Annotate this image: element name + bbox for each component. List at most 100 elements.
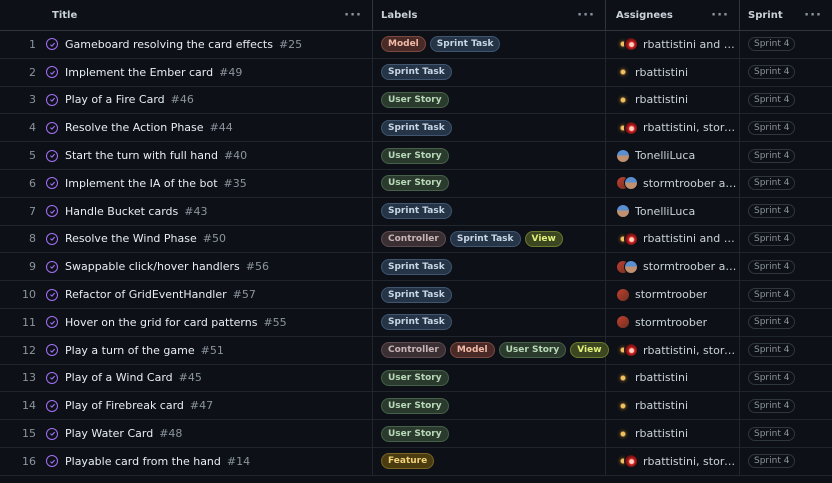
issue-title-link[interactable]: Implement the IA of the bot (65, 177, 218, 190)
table-row[interactable]: 6 Implement the IA of the bot #35 User S… (0, 169, 832, 198)
sprint-cell[interactable]: Sprint 4 (740, 253, 832, 280)
sprint-cell[interactable]: Sprint 4 (740, 198, 832, 225)
table-row[interactable]: 1 Gameboard resolving the card effects #… (0, 31, 832, 59)
sprint-column-menu-icon[interactable]: ··· (804, 8, 822, 23)
title-cell[interactable]: Play of a Wind Card #45 (44, 364, 373, 392)
issue-title-link[interactable]: Play of a Wind Card (65, 371, 173, 384)
label-chip[interactable]: Sprint Task (381, 119, 452, 136)
sprint-cell[interactable]: Sprint 4 (740, 142, 832, 169)
labels-cell[interactable]: Controller Sprint Task View (373, 225, 606, 253)
sprint-cell[interactable]: Sprint 4 (740, 365, 832, 392)
issue-title-link[interactable]: Play Water Card (65, 427, 153, 440)
issue-title-link[interactable]: Start the turn with full hand (65, 149, 218, 162)
assignees-cell[interactable]: stormtroober (606, 281, 740, 308)
title-cell[interactable]: Play of a Fire Card #46 (44, 86, 373, 114)
table-row[interactable]: 9 Swappable click/hover handlers #56 Spr… (0, 253, 832, 282)
issue-title-link[interactable]: Implement the Ember card (65, 66, 213, 79)
table-row[interactable]: 8 Resolve the Wind Phase #50 Controller S… (0, 225, 832, 254)
assignees-column-menu-icon[interactable]: ··· (711, 8, 729, 23)
sprint-cell[interactable]: Sprint 4 (740, 309, 832, 336)
title-cell[interactable]: Resolve the Wind Phase #50 (44, 225, 373, 253)
title-cell[interactable]: Implement the Ember card #49 (44, 58, 373, 86)
assignees-cell[interactable]: rbattistini (606, 58, 740, 86)
label-chip[interactable]: Controller (381, 342, 446, 359)
label-chip[interactable]: User Story (381, 425, 449, 442)
column-header-sprint[interactable]: Sprint ··· (740, 0, 832, 30)
table-row[interactable]: 7 Handle Bucket cards #43 Sprint Task To… (0, 197, 832, 226)
column-header-title[interactable]: Title ··· (44, 0, 373, 30)
labels-cell[interactable]: Sprint Task (373, 253, 606, 281)
title-cell[interactable]: Play Water Card #48 (44, 420, 373, 447)
labels-cell[interactable]: Sprint Task (373, 308, 606, 336)
assignees-cell[interactable]: rbattistini, storm... (606, 114, 740, 142)
labels-cell[interactable]: User Story (373, 86, 606, 114)
labels-cell[interactable]: User Story (373, 169, 606, 197)
label-chip[interactable]: View (570, 342, 609, 359)
sprint-cell[interactable]: Sprint 4 (740, 281, 832, 308)
assignees-cell[interactable]: TonelliLuca (606, 197, 740, 225)
title-cell[interactable]: Hover on the grid for card patterns #55 (44, 308, 373, 336)
sprint-cell[interactable]: Sprint 4 (740, 448, 832, 475)
table-row[interactable]: 4 Resolve the Action Phase #44 Sprint Ta… (0, 114, 832, 143)
column-header-labels[interactable]: Labels ··· (373, 0, 606, 30)
issue-title-link[interactable]: Swappable click/hover handlers (65, 260, 240, 273)
assignees-cell[interactable]: rbattistini and st... (606, 225, 740, 253)
label-chip[interactable]: User Story (381, 175, 449, 192)
issue-title-link[interactable]: Play of a Fire Card (65, 93, 165, 106)
assignees-cell[interactable]: stormtroober an... (606, 169, 740, 197)
labels-cell[interactable]: Sprint Task (373, 58, 606, 86)
assignees-cell[interactable]: rbattistini and st... (606, 31, 740, 58)
label-chip[interactable]: Feature (381, 453, 435, 470)
labels-cell[interactable]: Feature (373, 447, 606, 475)
issue-title-link[interactable]: Play a turn of the game (65, 344, 195, 357)
title-column-menu-icon[interactable]: ··· (344, 8, 362, 23)
title-cell[interactable]: Implement the IA of the bot #35 (44, 169, 373, 197)
table-row[interactable]: 5 Start the turn with full hand #40 User… (0, 142, 832, 170)
assignees-cell[interactable]: stormtroober an... (606, 253, 740, 281)
issue-title-link[interactable]: Play of Firebreak card (65, 399, 184, 412)
label-chip[interactable]: View (524, 230, 563, 247)
sprint-cell[interactable]: Sprint 4 (740, 392, 832, 419)
issue-title-link[interactable]: Hover on the grid for card patterns (65, 316, 257, 329)
issue-title-link[interactable]: Refactor of GridEventHandler (65, 288, 227, 301)
labels-cell[interactable]: Sprint Task (373, 197, 606, 225)
labels-cell[interactable]: User Story (373, 420, 606, 447)
labels-cell[interactable]: Controller Model User Story View (373, 336, 609, 364)
table-row[interactable]: 12 Play a turn of the game #51 Controlle… (0, 336, 832, 365)
assignees-cell[interactable]: rbattistini, storm... (606, 447, 740, 475)
labels-cell[interactable]: User Story (373, 392, 606, 420)
labels-cell[interactable]: Model Sprint Task (373, 31, 606, 58)
issue-title-link[interactable]: Resolve the Action Phase (65, 121, 204, 134)
labels-cell[interactable]: User Story (373, 364, 606, 392)
label-chip[interactable]: Sprint Task (449, 230, 521, 247)
labels-column-menu-icon[interactable]: ··· (577, 8, 595, 23)
table-row[interactable]: 15 Play Water Card #48 User Story rbatti… (0, 420, 832, 448)
sprint-cell[interactable]: Sprint 4 (740, 87, 832, 114)
label-chip[interactable]: User Story (381, 369, 449, 386)
labels-cell[interactable]: Sprint Task (373, 281, 606, 308)
assignees-cell[interactable]: rbattistini, storm... (606, 336, 740, 364)
assignees-cell[interactable]: rbattistini (606, 86, 740, 114)
table-row[interactable]: 13 Play of a Wind Card #45 User Story rb… (0, 364, 832, 393)
issue-title-link[interactable]: Playable card from the hand (65, 455, 221, 468)
issue-title-link[interactable]: Gameboard resolving the card effects (65, 38, 273, 51)
label-chip[interactable]: User Story (498, 342, 567, 359)
title-cell[interactable]: Playable card from the hand #14 (44, 447, 373, 475)
assignees-cell[interactable]: rbattistini (606, 392, 740, 420)
labels-cell[interactable]: Sprint Task (373, 114, 606, 142)
label-chip[interactable]: Sprint Task (429, 36, 501, 53)
title-cell[interactable]: Gameboard resolving the card effects #25 (44, 31, 373, 58)
issue-title-link[interactable]: Resolve the Wind Phase (65, 232, 197, 245)
label-chip[interactable]: Model (449, 342, 495, 359)
label-chip[interactable]: Model (381, 36, 426, 53)
sprint-cell[interactable]: Sprint 4 (740, 420, 832, 447)
table-row[interactable]: 11 Hover on the grid for card patterns #… (0, 308, 832, 337)
assignees-cell[interactable]: rbattistini (606, 420, 740, 447)
title-cell[interactable]: Play a turn of the game #51 (44, 336, 373, 364)
table-row[interactable]: 16 Playable card from the hand #14 Featu… (0, 447, 832, 476)
title-cell[interactable]: Swappable click/hover handlers #56 (44, 253, 373, 281)
title-cell[interactable]: Resolve the Action Phase #44 (44, 114, 373, 142)
title-cell[interactable]: Play of Firebreak card #47 (44, 392, 373, 420)
assignees-cell[interactable]: stormtroober (606, 308, 740, 336)
assignees-cell[interactable]: TonelliLuca (606, 142, 740, 169)
